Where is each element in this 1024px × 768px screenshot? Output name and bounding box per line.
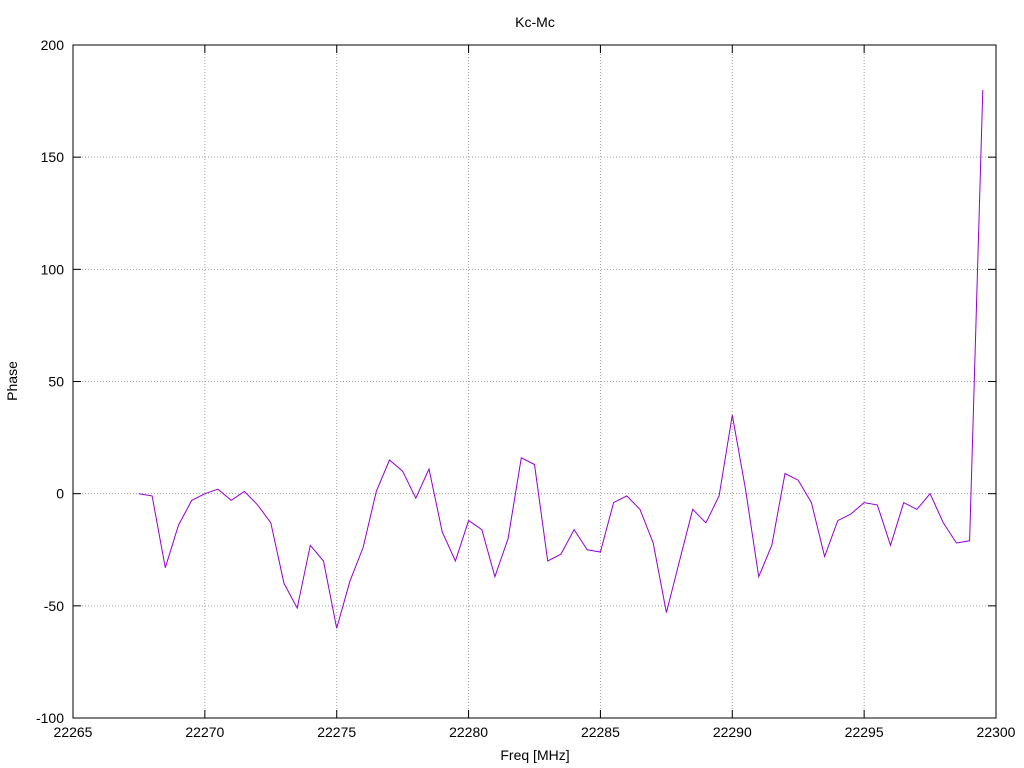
y-tick-label: -50 [44,598,64,614]
tick-labels: 22265 22270 22275 22280 22285 22290 22295 22300… [36,37,1016,740]
x-tick-label: 22290 [713,724,752,740]
grid [73,45,996,718]
x-tick-label: 22295 [845,724,884,740]
y-tick-label: -100 [36,710,64,726]
x-tick-label: 22300 [977,724,1016,740]
x-tick-label: 22280 [449,724,488,740]
x-tick-label: 22285 [581,724,620,740]
y-tick-label: 50 [48,374,64,390]
y-tick-label: 150 [41,149,65,165]
y-tick-label: 200 [41,37,65,53]
x-axis-label: Freq [MHz] [500,747,569,763]
series-line [138,89,984,629]
x-tick-label: 22270 [185,724,224,740]
chart-title: Kc-Mc [515,14,555,30]
x-tick-label: 22275 [317,724,356,740]
y-tick-label: 100 [41,261,65,277]
x-tick-label: 22265 [54,724,93,740]
y-tick-label: 0 [56,486,64,502]
chart: 22265 22270 22275 22280 22285 22290 22295 22300… [4,14,1016,763]
y-axis-label: Phase [4,361,20,401]
